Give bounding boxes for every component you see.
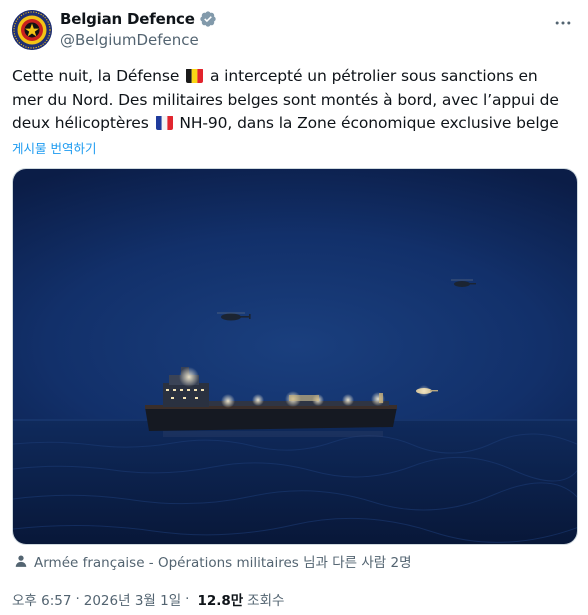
translate-post-link[interactable]: 게시물 번역하기 [12,138,96,157]
tweet-text: Cette nuit, la Défense a intercepté un p… [12,65,578,136]
tweet-line-3: deux hélicoptères NH-90, dans la Zone éc… [12,112,578,136]
france-flag-icon [155,115,173,130]
author-handle[interactable]: @BelgiumDefence [60,31,199,49]
belgian-defence-logo-icon [12,10,52,50]
tweet-text-segment: NH-90, dans la Zone économique exclusive… [179,114,559,132]
tweet-line-2: mer du Nord. Des militaires belges sont … [12,90,559,109]
views-count: 12.8만 [197,593,244,609]
display-name[interactable]: Belgian Defence [60,10,195,28]
verified-badge-icon [199,10,217,28]
post-date[interactable]: 2026년 3월 1일 [84,589,181,609]
tagged-people[interactable]: Armée française - Opérations militaires … [14,551,412,571]
tagged-text: Armée française - Opérations militaires … [34,555,412,571]
name-row: Belgian Defence [60,10,217,28]
tweet-metadata: 오후 6:57 · 2026년 3월 1일 · 12.8만 조회수 [12,589,284,609]
post-time[interactable]: 오후 6:57 [12,589,71,609]
tweet-line-1: Cette nuit, la Défense a intercepté un p… [12,65,578,89]
tanker-night-photo [13,169,577,544]
belgium-flag-icon [186,68,204,83]
avatar[interactable] [12,10,52,50]
tweet-header: Belgian Defence @BelgiumDefence [12,8,576,54]
tweet-photo[interactable] [12,168,578,545]
separator-dot: · [75,591,80,607]
tweet-text-segment: deux hélicoptères [12,114,149,132]
tweet-text-segment: a intercepté un pétrolier sous sanctions… [209,67,538,85]
more-options-icon[interactable] [552,12,574,34]
person-icon [14,554,28,568]
views-label: 조회수 [247,593,285,609]
tweet-text-segment: Cette nuit, la Défense [12,67,180,85]
separator-dot: · [185,591,190,607]
